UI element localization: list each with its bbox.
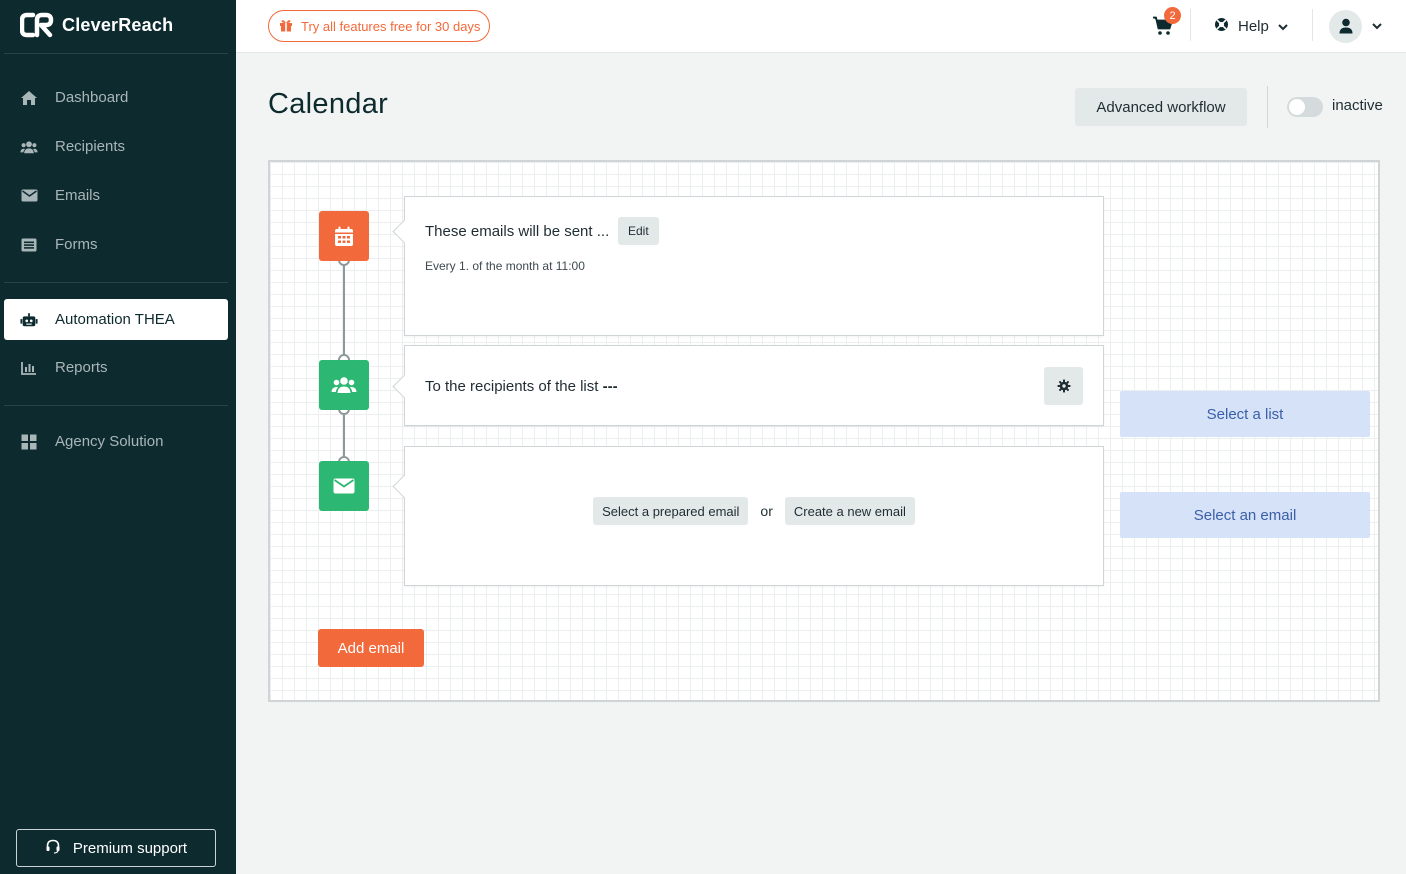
robot-icon [20, 311, 38, 329]
gear-icon [1057, 379, 1070, 393]
trigger-node[interactable] [319, 211, 369, 261]
select-email-button[interactable]: Select an email [1120, 492, 1370, 538]
recipients-settings-button[interactable] [1044, 367, 1083, 405]
sidebar-item-label: Forms [55, 236, 98, 253]
sidebar-item-label: Agency Solution [55, 433, 164, 450]
chevron-down-icon [1372, 17, 1382, 35]
free-trial-button[interactable]: Try all features free for 30 days [268, 10, 491, 42]
free-trial-label: Try all features free for 30 days [301, 18, 481, 34]
avatar [1329, 9, 1362, 43]
sidebar-item-automation-thea[interactable]: Automation THEA [4, 299, 228, 340]
users-icon [331, 377, 357, 393]
cart-count-badge: 2 [1164, 7, 1181, 24]
gift-icon [279, 18, 293, 35]
select-prepared-email-button[interactable]: Select a prepared email [593, 497, 749, 525]
trigger-card: These emails will be sent ... Edit Every… [404, 196, 1104, 336]
form-icon [20, 236, 38, 254]
select-list-button[interactable]: Select a list [1120, 391, 1370, 437]
brand-name: CleverReach [62, 14, 174, 35]
sidebar: CleverReach Dashboard Recipients Emails … [0, 0, 236, 874]
recipients-label: To the recipients of the list [425, 378, 599, 395]
grid-icon [20, 433, 38, 451]
activation-status-label: inactive [1332, 97, 1383, 114]
user-icon [1339, 18, 1352, 34]
cart-button[interactable]: 2 [1152, 7, 1181, 40]
sidebar-item-label: Emails [55, 187, 101, 204]
sidebar-item-label: Dashboard [55, 89, 129, 106]
add-email-button[interactable]: Add email [318, 629, 424, 667]
envelope-icon [333, 478, 355, 494]
sidebar-item-emails[interactable]: Emails [4, 175, 228, 216]
help-menu[interactable]: Help [1214, 13, 1288, 39]
sidebar-item-dashboard[interactable]: Dashboard [4, 77, 228, 118]
users-icon [20, 138, 38, 156]
workflow-connector [343, 258, 345, 362]
sidebar-item-reports[interactable]: Reports [4, 347, 228, 388]
brand-logo[interactable]: CleverReach [20, 12, 173, 38]
calendar-icon [335, 226, 353, 246]
create-new-email-button[interactable]: Create a new email [784, 497, 915, 525]
home-icon [20, 89, 38, 107]
header-separator [1267, 86, 1268, 128]
recipients-card: To the recipients of the list --- [404, 345, 1104, 426]
headset-icon [45, 838, 61, 858]
premium-support-button[interactable]: Premium support [16, 829, 216, 867]
toggle-knob [1289, 99, 1305, 115]
trigger-title: These emails will be sent ... [425, 223, 610, 240]
top-bar: Try all features free for 30 days 2 Help [236, 0, 1406, 53]
recipients-list-value: --- [602, 378, 618, 395]
edit-trigger-button[interactable]: Edit [618, 217, 659, 245]
activation-toggle[interactable] [1287, 97, 1323, 117]
sidebar-item-label: Recipients [55, 138, 126, 155]
chart-icon [20, 359, 38, 377]
email-choice-row: Select a prepared email or Create a new … [405, 497, 1103, 525]
recipients-text: To the recipients of the list --- [425, 378, 618, 395]
chevron-down-icon [1278, 18, 1288, 35]
or-label: or [760, 503, 773, 519]
topbar-separator [1190, 9, 1191, 41]
sidebar-divider [4, 53, 228, 54]
page-title: Calendar [268, 88, 389, 120]
topbar-separator [1312, 9, 1313, 41]
user-menu[interactable] [1329, 9, 1382, 43]
lifebuoy-icon [1214, 17, 1229, 36]
cleverreach-logo-icon [20, 12, 54, 38]
workflow-connector [343, 407, 345, 463]
sidebar-item-label: Reports [55, 359, 108, 376]
recipients-node[interactable] [319, 360, 369, 410]
email-node[interactable] [319, 461, 369, 511]
advanced-workflow-button[interactable]: Advanced workflow [1075, 88, 1247, 126]
sidebar-divider [4, 282, 228, 283]
envelope-icon [20, 187, 38, 205]
email-card: Select a prepared email or Create a new … [404, 446, 1104, 586]
sidebar-item-label: Automation THEA [55, 311, 175, 328]
sidebar-item-recipients[interactable]: Recipients [4, 126, 228, 167]
sidebar-divider [4, 405, 228, 406]
help-label: Help [1238, 17, 1269, 35]
premium-support-label: Premium support [72, 839, 188, 857]
sidebar-item-agency-solution[interactable]: Agency Solution [4, 421, 228, 462]
sidebar-item-forms[interactable]: Forms [4, 224, 228, 265]
trigger-schedule: Every 1. of the month at 11:00 [425, 259, 585, 273]
